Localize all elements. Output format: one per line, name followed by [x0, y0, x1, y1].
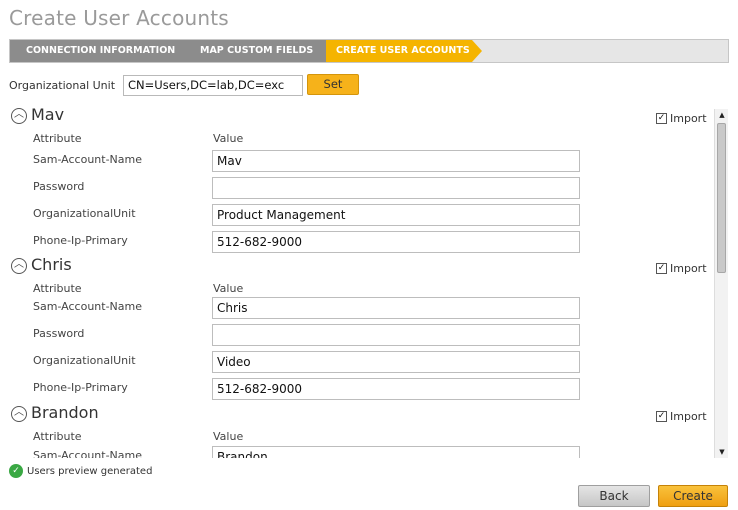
wizard-steps: Connection Information Map Custom Fields… — [9, 39, 729, 63]
status-text: Users preview generated — [27, 465, 153, 477]
value-field[interactable]: 512-682-9000 — [212, 231, 580, 253]
value-header: Value — [213, 132, 244, 145]
attribute-label: Sam-Account-Name — [33, 300, 143, 313]
status-message: ✓ Users preview generated — [9, 464, 152, 478]
attribute-label: Password — [33, 327, 85, 340]
step-map-custom-fields[interactable]: Map Custom Fields — [188, 40, 326, 62]
import-checkbox[interactable]: ✓ Import — [656, 262, 707, 275]
attribute-label: Sam-Account-Name — [33, 153, 143, 166]
value-header: Value — [213, 282, 244, 295]
import-checkbox[interactable]: ✓ Import — [656, 112, 707, 125]
checkbox-checked-icon[interactable]: ✓ — [656, 263, 667, 274]
attribute-header: Attribute — [33, 282, 82, 295]
collapse-icon[interactable]: ︿ — [11, 406, 27, 422]
create-button[interactable]: Create — [658, 485, 728, 507]
attribute-label: OrganizationalUnit — [33, 354, 136, 367]
value-field[interactable]: Mav — [212, 150, 580, 172]
scroll-up-arrow-icon[interactable]: ▲ — [715, 109, 729, 121]
user-name: Mav — [31, 105, 65, 124]
value-field[interactable] — [212, 324, 580, 346]
scrollbar-thumb[interactable] — [717, 123, 726, 273]
value-header: Value — [213, 430, 244, 443]
value-field[interactable]: Brandon — [212, 446, 580, 458]
user-list: ︿ Mav ✓ Import Attribute Value Sam-Accou… — [9, 105, 727, 458]
value-field[interactable]: Video — [212, 351, 580, 373]
import-label: Import — [670, 410, 707, 423]
import-label: Import — [670, 112, 707, 125]
vertical-scrollbar[interactable]: ▲ ▼ — [714, 109, 728, 458]
set-button[interactable]: Set — [307, 74, 359, 95]
step-create-user-accounts[interactable]: Create User Accounts — [326, 40, 472, 62]
user-name: Brandon — [31, 403, 99, 422]
collapse-icon[interactable]: ︿ — [11, 108, 27, 124]
attribute-label: OrganizationalUnit — [33, 207, 136, 220]
checkbox-checked-icon[interactable]: ✓ — [656, 113, 667, 124]
user-name: Chris — [31, 255, 72, 274]
page-title: Create User Accounts — [9, 6, 229, 30]
attribute-label: Password — [33, 180, 85, 193]
step-connection-information[interactable]: Connection Information — [10, 40, 188, 62]
organizational-unit-label: Organizational Unit — [9, 78, 116, 92]
attribute-label: Phone-Ip-Primary — [33, 234, 128, 247]
value-field[interactable]: Product Management — [212, 204, 580, 226]
check-circle-icon: ✓ — [9, 464, 23, 478]
back-button[interactable]: Back — [578, 485, 650, 507]
attribute-header: Attribute — [33, 132, 82, 145]
attribute-header: Attribute — [33, 430, 82, 443]
organizational-unit-input[interactable]: CN=Users,DC=lab,DC=exc — [123, 74, 304, 96]
import-checkbox[interactable]: ✓ Import — [656, 410, 707, 423]
import-label: Import — [670, 262, 707, 275]
checkbox-checked-icon[interactable]: ✓ — [656, 411, 667, 422]
value-field[interactable]: 512-682-9000 — [212, 378, 580, 400]
organizational-unit-row: Organizational Unit CN=Users,DC=lab,DC=e… — [9, 74, 359, 96]
value-field[interactable] — [212, 177, 580, 199]
attribute-label: Phone-Ip-Primary — [33, 381, 128, 394]
value-field[interactable]: Chris — [212, 297, 580, 319]
attribute-label: Sam-Account-Name — [33, 449, 143, 458]
collapse-icon[interactable]: ︿ — [11, 258, 27, 274]
scroll-down-arrow-icon[interactable]: ▼ — [715, 446, 729, 458]
